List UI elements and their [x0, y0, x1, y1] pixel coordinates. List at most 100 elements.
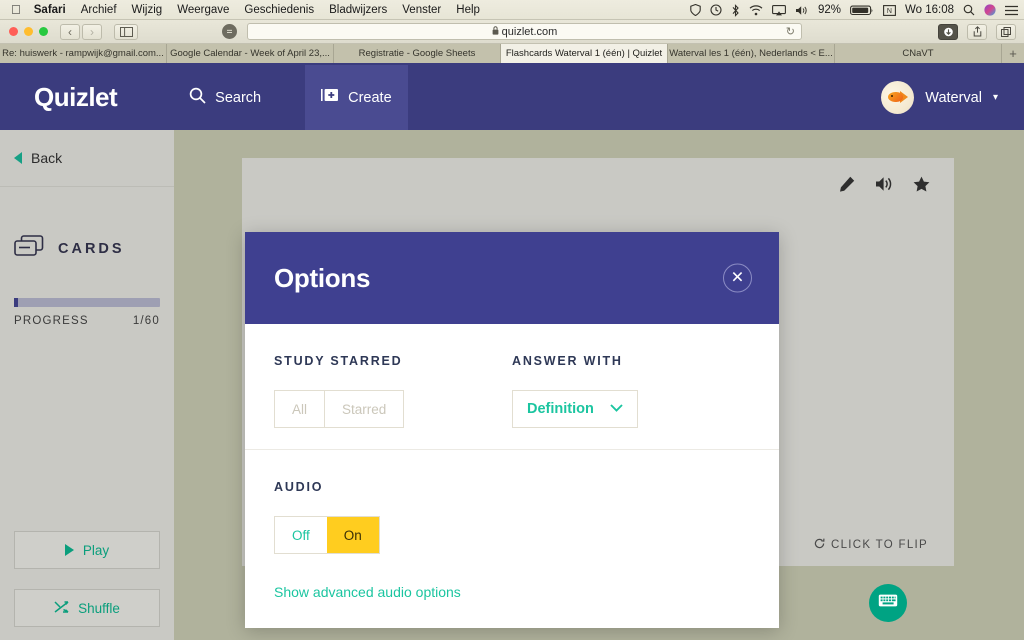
quizlet-header: Quizlet Search Create Waterval ▾: [0, 65, 1024, 130]
share-icon[interactable]: [967, 23, 987, 40]
menu-item-geschiedenis[interactable]: Geschiedenis: [244, 4, 314, 16]
download-icon[interactable]: [938, 23, 958, 40]
address-bar[interactable]: quizlet.com ↻: [247, 23, 802, 40]
modal-section-audio: AUDIO Off On: [245, 450, 779, 554]
speaker-icon[interactable]: [875, 176, 893, 197]
browser-tab[interactable]: Re: huiswerk - rampwijk@gmail.com...: [0, 44, 167, 63]
mode-indicator: CARDS: [0, 235, 174, 262]
address-bar-area: quizlet.com ↻: [222, 23, 802, 40]
airplay-icon[interactable]: [772, 4, 786, 16]
browser-tab[interactable]: Registratie - Google Sheets: [334, 44, 501, 63]
click-to-flip-hint[interactable]: CLICK TO FLIP: [814, 538, 928, 552]
account-menu[interactable]: Waterval ▾: [881, 81, 998, 114]
sidebar-actions: Play Shuffle Options: [0, 531, 174, 640]
menu-item-bladwijzers[interactable]: Bladwijzers: [329, 4, 387, 16]
play-button[interactable]: Play: [14, 531, 160, 569]
progress-value: 1/60: [132, 315, 160, 327]
input-source-icon[interactable]: N: [883, 4, 896, 16]
audio-option-on[interactable]: On: [326, 517, 379, 553]
notification-center-icon[interactable]: [1005, 5, 1018, 16]
modal-title: Options: [274, 262, 371, 293]
browser-tab[interactable]: CNaVT: [835, 44, 1002, 63]
study-starred-group: STUDY STARRED All Starred: [274, 354, 512, 449]
audio-label: AUDIO: [274, 480, 324, 494]
progress-meta: PROGRESS 1/60: [14, 315, 160, 327]
forward-button[interactable]: ›: [82, 23, 102, 40]
menu-bar-clock[interactable]: Wo 16:08: [905, 4, 954, 16]
chevron-left-icon: [14, 152, 22, 164]
rotate-icon: [814, 538, 825, 552]
back-label: Back: [31, 150, 63, 166]
spotlight-icon[interactable]: [963, 4, 975, 16]
goldfish-avatar[interactable]: [881, 81, 915, 114]
study-starred-option-all[interactable]: All: [275, 391, 325, 427]
close-icon[interactable]: ✕: [723, 263, 752, 293]
back-button[interactable]: ‹: [60, 23, 80, 40]
menu-item-archief[interactable]: Archief: [81, 4, 117, 16]
play-label: Play: [82, 542, 110, 558]
siri-icon[interactable]: [984, 4, 996, 16]
show-advanced-audio-options-link[interactable]: Show advanced audio options: [274, 584, 750, 600]
audio-option-off[interactable]: Off: [275, 517, 327, 553]
quizlet-logo[interactable]: Quizlet: [34, 82, 118, 113]
header-create-button[interactable]: Create: [305, 65, 408, 130]
create-icon: [321, 88, 339, 107]
account-name-label: Waterval: [925, 89, 982, 106]
browser-tab[interactable]: Waterval les 1 (één), Nederlands < E...: [668, 44, 835, 63]
browser-tab[interactable]: Google Calendar - Week of April 23,...: [167, 44, 334, 63]
mode-label: CARDS: [58, 240, 125, 257]
battery-percent-label: 92%: [817, 4, 841, 16]
study-starred-option-starred[interactable]: Starred: [324, 391, 404, 427]
chevron-down-icon: [610, 403, 623, 415]
answer-with-dropdown[interactable]: Definition: [512, 390, 638, 428]
toolbar-right-buttons: [938, 23, 1016, 40]
svg-text:N: N: [887, 8, 892, 15]
apple-icon[interactable]: : [11, 3, 21, 16]
menu-item-wijzig[interactable]: Wijzig: [132, 4, 163, 16]
header-search-button[interactable]: Search: [173, 65, 277, 130]
menu-item-safari[interactable]: Safari: [34, 4, 66, 16]
browser-tab-bar: Re: huiswerk - rampwijk@gmail.com... Goo…: [0, 44, 1024, 65]
progress-bar-fill: [14, 298, 18, 307]
keyboard-shortcuts-button[interactable]: [869, 584, 907, 622]
close-window-button[interactable]: [9, 27, 18, 36]
shuffle-label: Shuffle: [78, 600, 120, 616]
study-sidebar: Back CARDS PROGRESS 1/60 Play Shuffle: [0, 130, 174, 640]
click-to-flip-label: CLICK TO FLIP: [830, 539, 928, 551]
study-starred-label: STUDY STARRED: [274, 354, 403, 368]
menu-item-venster[interactable]: Venster: [402, 4, 441, 16]
new-tab-button[interactable]: +: [1002, 44, 1024, 63]
battery-icon[interactable]: [850, 5, 874, 16]
show-all-tabs-icon[interactable]: [996, 23, 1016, 40]
reload-icon[interactable]: ↻: [786, 25, 795, 38]
shield-icon[interactable]: [690, 4, 701, 16]
audio-toggle[interactable]: Off On: [274, 516, 380, 554]
page-body: Back CARDS PROGRESS 1/60 Play Shuffle CL…: [0, 130, 1024, 640]
minimize-window-button[interactable]: [24, 27, 33, 36]
options-modal: Options ✕ STUDY STARRED All Starred ANSW…: [245, 232, 779, 628]
bluetooth-icon[interactable]: [731, 3, 740, 17]
answer-with-group: ANSWER WITH Definition: [512, 354, 750, 449]
study-starred-toggle[interactable]: All Starred: [274, 390, 405, 428]
back-link[interactable]: Back: [0, 130, 174, 187]
maximize-window-button[interactable]: [39, 27, 48, 36]
answer-with-value: Definition: [527, 401, 594, 417]
time-machine-icon[interactable]: [710, 4, 722, 16]
pencil-icon[interactable]: [839, 176, 855, 197]
volume-icon[interactable]: [795, 5, 809, 16]
privacy-report-icon[interactable]: [222, 24, 237, 39]
menu-item-help[interactable]: Help: [456, 4, 480, 16]
browser-tab-active[interactable]: Flashcards Waterval 1 (één) | Quizlet: [501, 44, 668, 63]
chevron-down-icon[interactable]: ▾: [993, 92, 998, 103]
show-sidebar-button[interactable]: [114, 23, 138, 40]
shuffle-button[interactable]: Shuffle: [14, 589, 160, 627]
avatar-fish-body: [888, 92, 904, 102]
play-icon: [64, 544, 74, 556]
wifi-icon[interactable]: [749, 4, 763, 16]
window-controls: [9, 27, 48, 36]
header-search-label: Search: [215, 89, 262, 106]
menu-item-weergave[interactable]: Weergave: [177, 4, 229, 16]
modal-header: Options ✕: [245, 232, 779, 324]
star-icon[interactable]: [913, 176, 930, 197]
progress-section: PROGRESS 1/60: [14, 298, 160, 327]
